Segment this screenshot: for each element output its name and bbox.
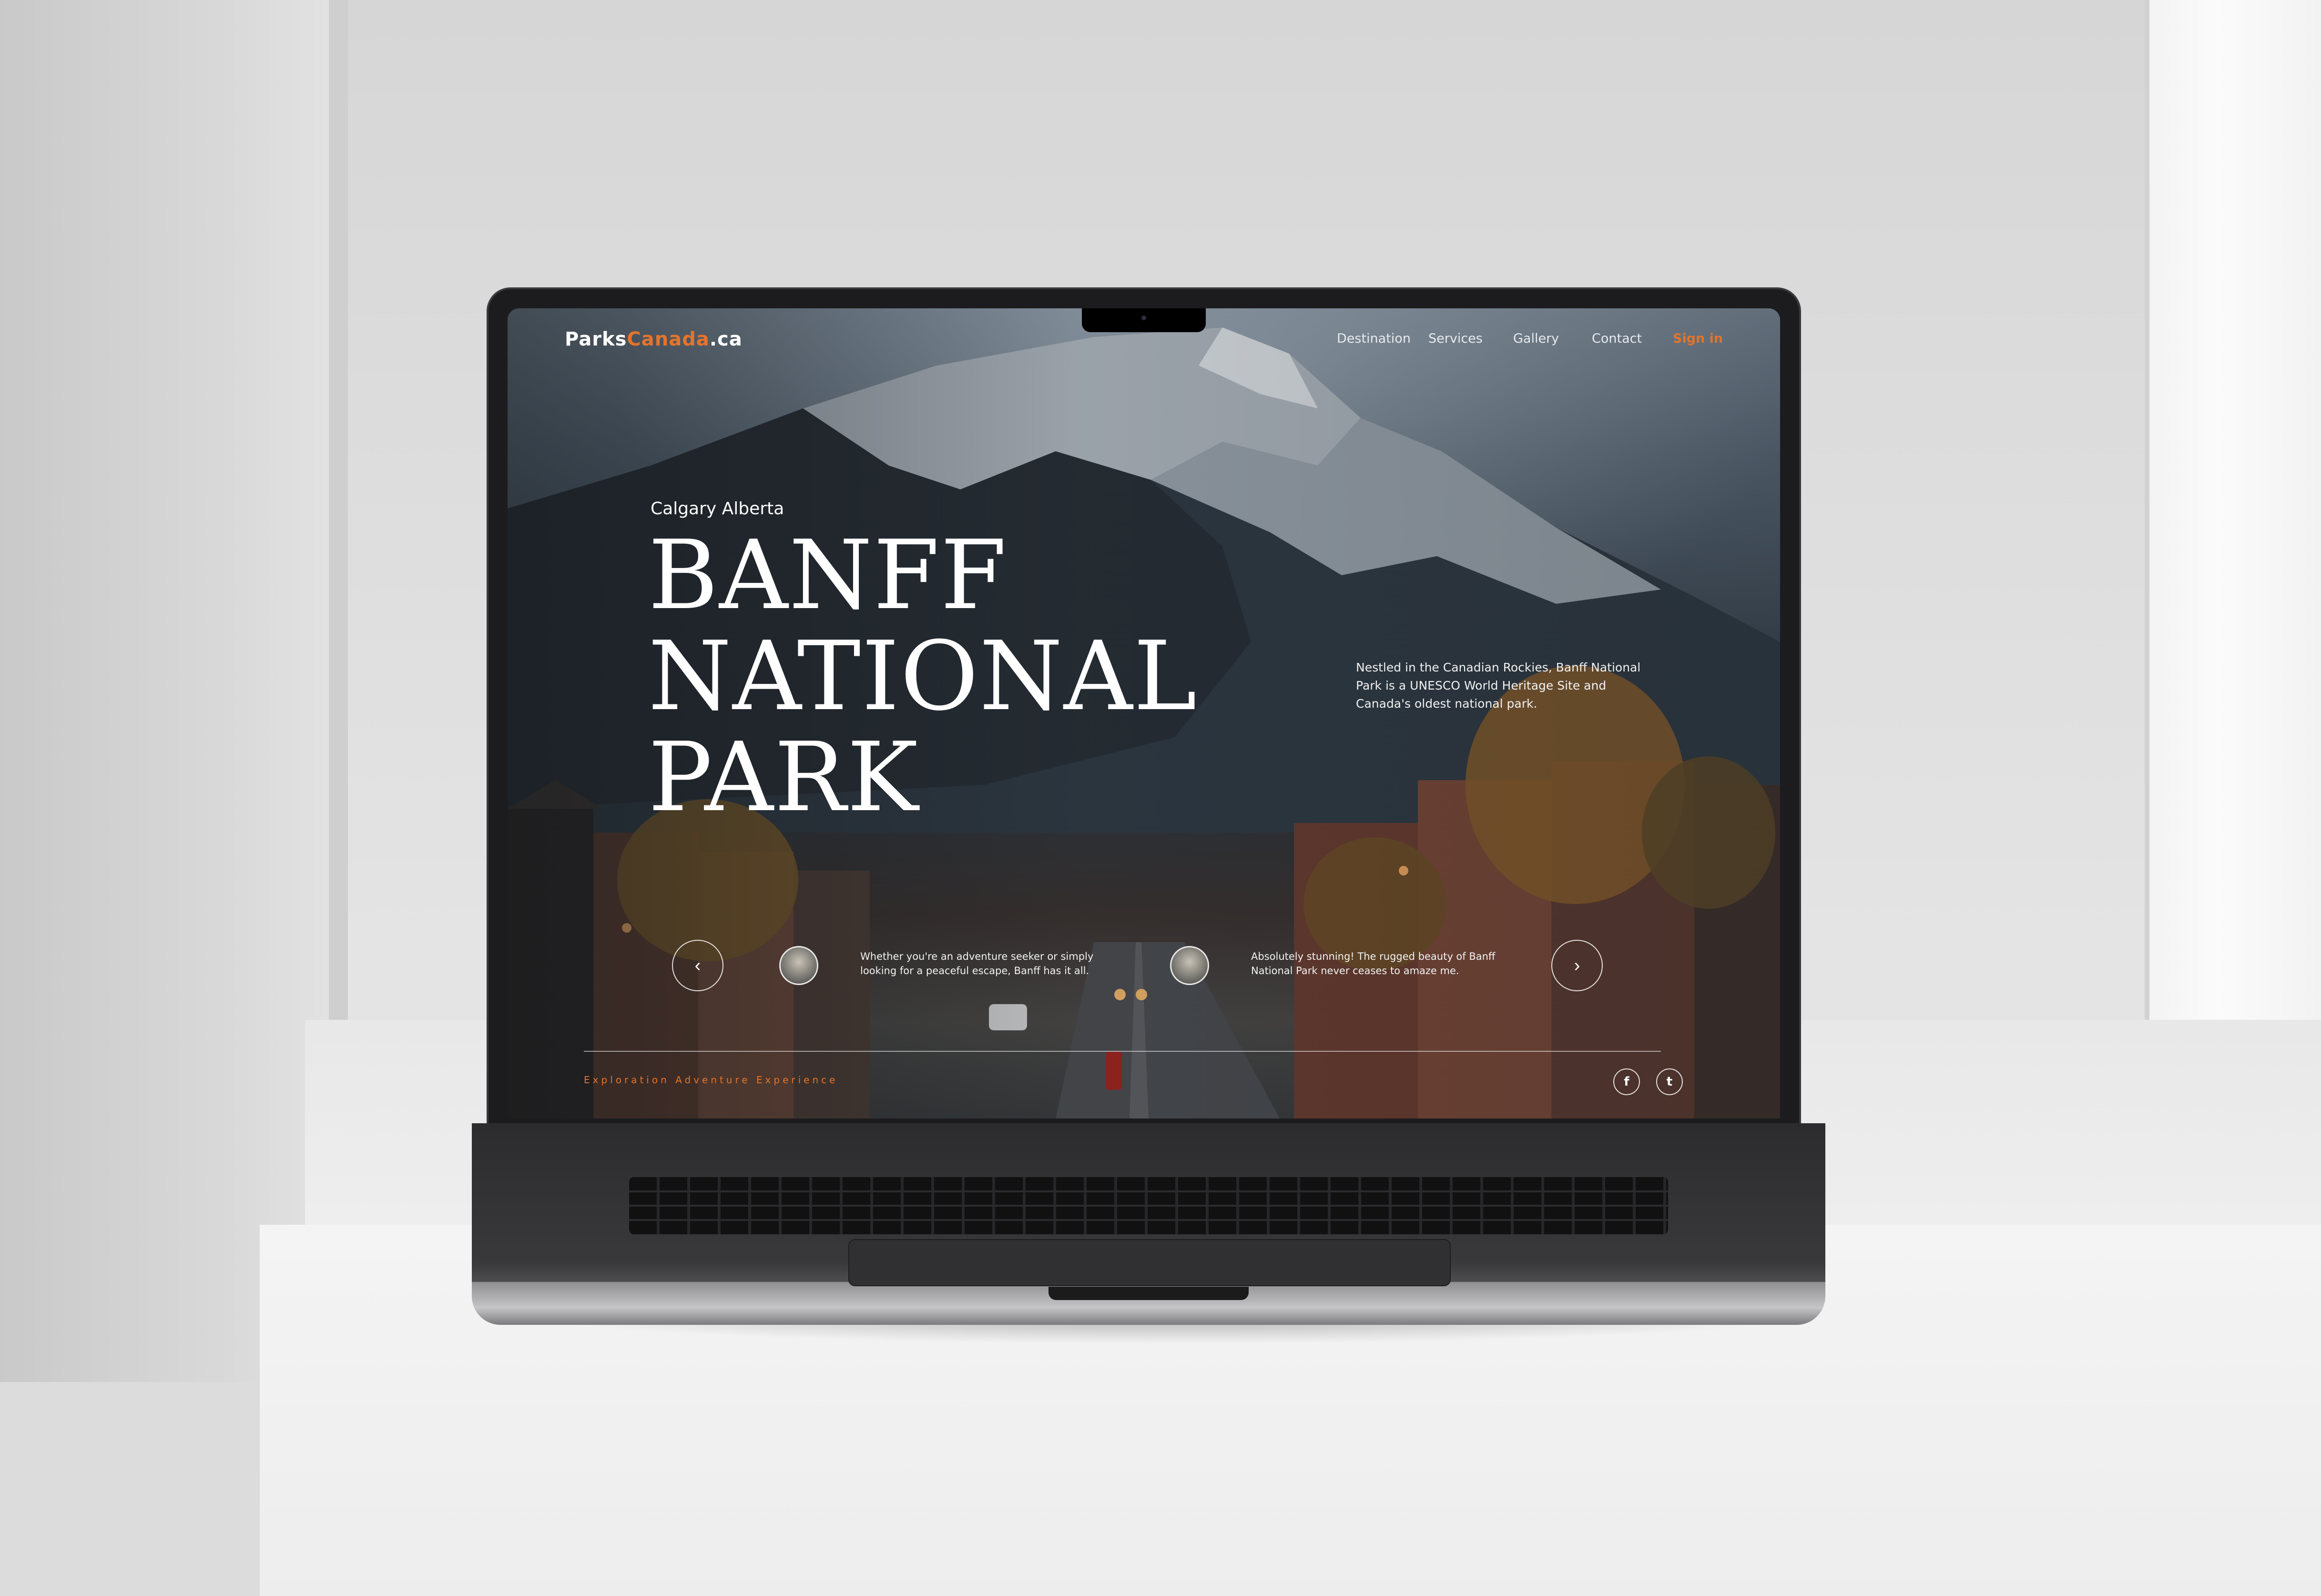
testimonial-avatar [1170, 946, 1209, 985]
nav-item-destination[interactable]: Destination [1337, 331, 1411, 346]
chevron-left-icon: ‹ [694, 955, 701, 976]
keyboard-row-gap [629, 1205, 1668, 1207]
hero-title: BANFF NATIONAL PARK [648, 525, 1198, 828]
screen-notch [1082, 308, 1206, 332]
nav-item-contact[interactable]: Contact [1592, 331, 1642, 346]
laptop-front-notch [1049, 1287, 1249, 1300]
studio-wall-edge [329, 0, 348, 1025]
logo-text-canada: Canada [627, 328, 710, 350]
carousel-next-button[interactable]: › [1551, 940, 1603, 991]
carousel-prev-button[interactable]: ‹ [672, 940, 723, 991]
laptop-trackpad [848, 1239, 1451, 1286]
twitter-icon: t [1666, 1075, 1673, 1089]
facebook-button[interactable]: f [1613, 1068, 1640, 1095]
nav-item-gallery[interactable]: Gallery [1513, 331, 1559, 346]
facebook-icon: f [1624, 1075, 1629, 1089]
keyboard-row-gap [629, 1190, 1668, 1192]
testimonial-text: Whether you're an adventure seeker or si… [860, 951, 1094, 976]
studio-pillar-right [2149, 0, 2321, 1168]
hero-location: Calgary Alberta [651, 499, 784, 518]
hero-description: Nestled in the Canadian Rockies, Banff N… [1356, 661, 1641, 711]
laptop-screen: ParksCanada.ca Destination Services Gall… [508, 308, 1780, 1118]
chevron-right-icon: › [1574, 955, 1580, 976]
studio-floor [0, 1382, 260, 1596]
camera-icon [1141, 315, 1146, 320]
nav-item-services[interactable]: Services [1428, 331, 1483, 346]
hero-title-line-3: PARK [648, 722, 919, 833]
footer-divider [584, 1051, 1661, 1052]
sign-in-link[interactable]: Sign in [1673, 331, 1723, 346]
twitter-button[interactable]: t [1656, 1068, 1683, 1095]
hero-title-line-2: NATIONAL [648, 621, 1198, 732]
testimonial-avatar [779, 946, 818, 985]
testimonial-text: Absolutely stunning! The rugged beauty o… [1251, 951, 1496, 976]
footer-tagline: Exploration Adventure Experience [584, 1074, 838, 1086]
logo-text-parks: Parks [565, 328, 627, 350]
hero-title-line-1: BANFF [648, 520, 1008, 631]
keyboard-row-gap [629, 1219, 1668, 1221]
logo-text-ca: .ca [709, 328, 743, 350]
site-logo[interactable]: ParksCanada.ca [565, 328, 743, 350]
